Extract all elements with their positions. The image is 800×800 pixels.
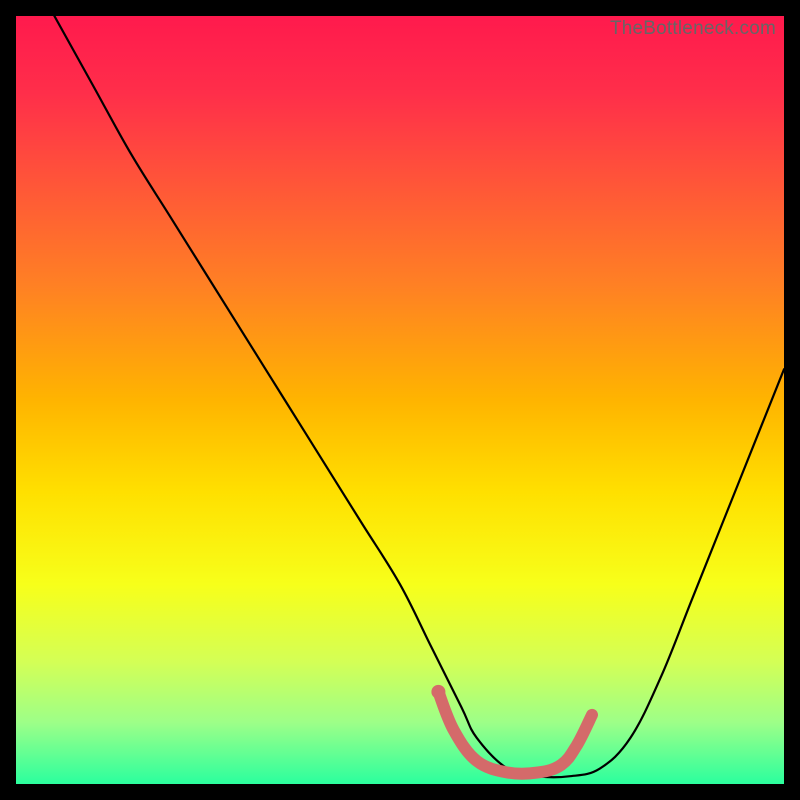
chart-frame: TheBottleneck.com: [16, 16, 784, 784]
highlight-start-dot: [431, 685, 445, 699]
chart-svg: [16, 16, 784, 784]
plot-area: [16, 16, 784, 784]
gradient-background: [16, 16, 784, 784]
attribution-text: TheBottleneck.com: [610, 18, 776, 40]
